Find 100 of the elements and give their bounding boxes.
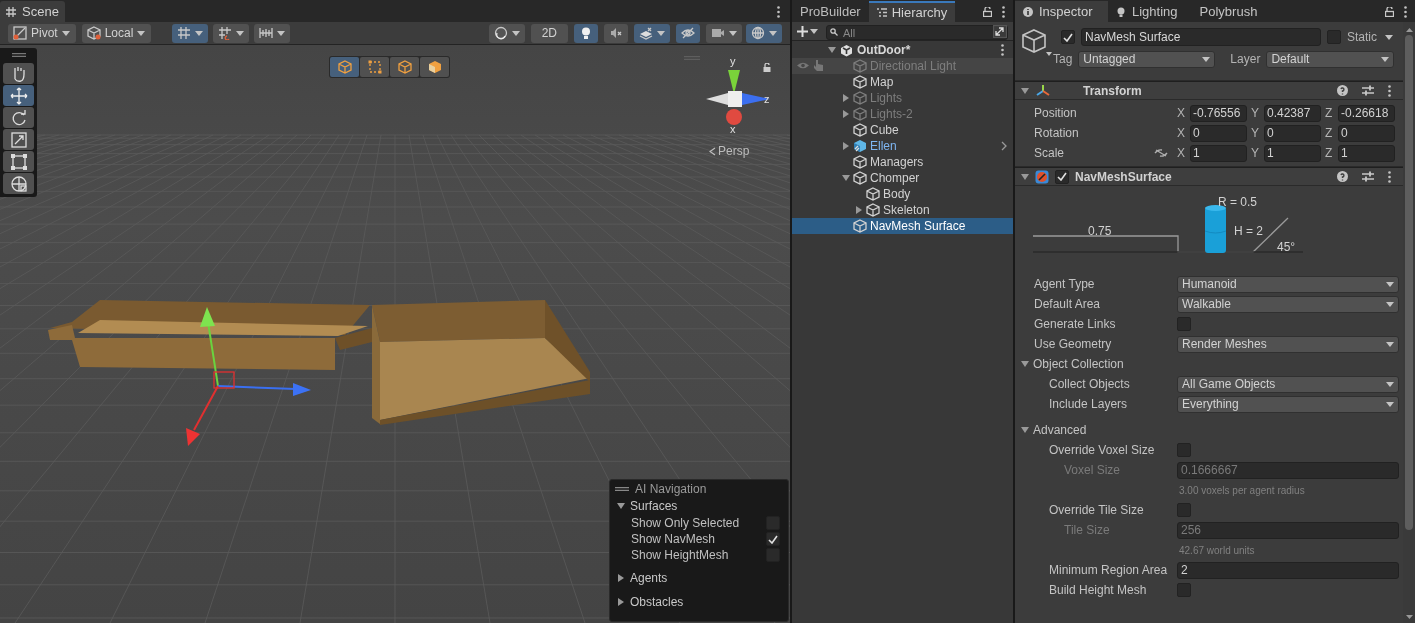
caret-icon (769, 30, 777, 36)
cube-icon (853, 107, 867, 121)
search-field[interactable]: All (826, 25, 1008, 41)
number-field[interactable]: 0.42387 (1264, 104, 1321, 122)
transform-tool-button[interactable] (3, 173, 34, 194)
grid-snap-button[interactable] (172, 23, 209, 43)
dropdown[interactable]: Humanoid (1177, 275, 1399, 293)
number-field[interactable]: 0 (1264, 124, 1321, 142)
cube-view-button[interactable] (390, 57, 419, 77)
help-icon[interactable] (1337, 85, 1348, 96)
effects-button[interactable] (634, 23, 670, 43)
checkbox[interactable] (1177, 583, 1191, 597)
component-header[interactable]: Transform (1015, 81, 1403, 100)
hierarchy-item[interactable]: Managers (792, 154, 1013, 170)
property-label: Tile Size (1064, 523, 1110, 537)
dropdown[interactable]: All Game Objects (1177, 375, 1399, 393)
hierarchy-item[interactable]: NavMesh Surface (792, 218, 1013, 234)
number-field[interactable]: -0.76556 (1190, 104, 1247, 122)
increment-snap-button[interactable] (213, 23, 250, 43)
scene-tab[interactable]: Scene (0, 1, 65, 22)
lighting-button[interactable] (574, 23, 598, 43)
checkbox[interactable] (766, 532, 780, 546)
number-field[interactable]: 0 (1190, 124, 1247, 142)
cube-view-button[interactable] (330, 57, 359, 77)
chevron-right-icon[interactable] (1001, 141, 1007, 151)
panel-tab[interactable]: Inspector (1015, 1, 1108, 22)
component-enabled-checkbox[interactable] (1055, 169, 1069, 184)
cube-icon (853, 219, 867, 233)
hierarchy-item[interactable]: Chomper (792, 170, 1013, 186)
section-header[interactable]: Obstacles (615, 593, 783, 611)
grid-button[interactable] (254, 23, 291, 43)
lock-icon[interactable] (763, 63, 771, 72)
collapsed-arrow-icon (617, 598, 625, 606)
hierarchy-item[interactable]: Cube (792, 122, 1013, 138)
hierarchy-item[interactable]: Ellen (792, 138, 1013, 154)
help-icon[interactable] (1337, 171, 1348, 182)
rotate-tool-button[interactable] (3, 107, 34, 128)
active-checkbox[interactable] (1061, 30, 1075, 44)
component-header[interactable]: NavMeshSurface (1015, 167, 1403, 186)
cube-icon (86, 26, 101, 40)
more-icon (777, 5, 780, 18)
sliders-icon[interactable] (1362, 85, 1374, 96)
local-button[interactable]: Local (81, 23, 152, 43)
checkbox[interactable] (1177, 317, 1191, 331)
hierarchy-item[interactable]: Map (792, 74, 1013, 90)
dropdown[interactable]: Walkable (1177, 295, 1399, 313)
number-field[interactable]: 1 (1264, 144, 1321, 162)
number-field[interactable]: 1 (1190, 144, 1247, 162)
cube-icon (853, 123, 867, 137)
panel-tab[interactable]: ProBuilder (792, 1, 869, 22)
unlinked-icon[interactable] (1154, 148, 1168, 158)
static-checkbox[interactable] (1327, 30, 1341, 44)
expand-window-icon[interactable] (993, 24, 1007, 38)
foldout-header[interactable]: Object Collection (1021, 355, 1124, 373)
option-label: Show HeightMesh (631, 547, 730, 564)
gizmos-button[interactable] (746, 23, 782, 43)
hierarchy-item[interactable]: Body (792, 186, 1013, 202)
lock-icon[interactable] (983, 6, 992, 17)
property-label: Minimum Region Area (1049, 563, 1168, 577)
panel-tab[interactable]: Hierarchy (868, 1, 956, 22)
panel-tab[interactable]: Lighting (1108, 1, 1186, 22)
number-field[interactable]: 0 (1338, 124, 1395, 142)
tag-label: Tag (1053, 51, 1073, 68)
add-button[interactable] (797, 25, 818, 37)
sliders-icon[interactable] (1362, 171, 1374, 182)
pivot-button[interactable]: Pivot (8, 23, 76, 43)
scene-name[interactable]: OutDoor* (857, 41, 997, 59)
sphere-icon (493, 26, 508, 40)
visibility-button[interactable] (676, 23, 700, 43)
foldout-header[interactable]: Advanced (1021, 421, 1087, 439)
checkbox[interactable] (1177, 443, 1191, 457)
section-header[interactable]: Agents (615, 569, 783, 587)
hand-tool-button[interactable] (3, 63, 34, 84)
dropdown[interactable]: Render Meshes (1177, 335, 1399, 353)
dropdown[interactable]: Everything (1177, 395, 1399, 413)
axes-icon (1035, 83, 1051, 98)
number-field[interactable]: 1 (1338, 144, 1395, 162)
increment-snap-icon (218, 26, 233, 40)
number-field[interactable]: -0.26618 (1338, 104, 1395, 122)
audio-button[interactable] (604, 23, 628, 43)
layer-dropdown[interactable]: Default (1266, 50, 1395, 68)
number-field[interactable]: 2 (1177, 561, 1399, 579)
panel-tab[interactable]: Polybrush (1191, 1, 1266, 22)
object-name-field[interactable]: NavMesh Surface (1081, 28, 1321, 46)
shading-button[interactable] (488, 23, 525, 43)
camera-button[interactable] (706, 23, 742, 43)
section-header[interactable]: Surfaces (615, 497, 783, 515)
tag-dropdown[interactable]: Untagged (1078, 50, 1216, 68)
lock-icon[interactable] (1385, 6, 1394, 17)
checkbox[interactable] (1177, 503, 1191, 517)
rect-tool-button[interactable] (3, 151, 34, 172)
rect-view-button[interactable] (360, 57, 389, 77)
axis-label: Z (1325, 125, 1334, 142)
solid-cube-view-button[interactable] (420, 57, 449, 77)
2d-mode-button[interactable]: 2D (530, 23, 568, 43)
projection-toggle[interactable]: Persp (709, 142, 750, 160)
hierarchy-item[interactable]: Skeleton (792, 202, 1013, 218)
move-tool-button[interactable] (3, 85, 34, 106)
scale-tool-button[interactable] (3, 129, 34, 150)
caret-icon (1386, 381, 1394, 387)
